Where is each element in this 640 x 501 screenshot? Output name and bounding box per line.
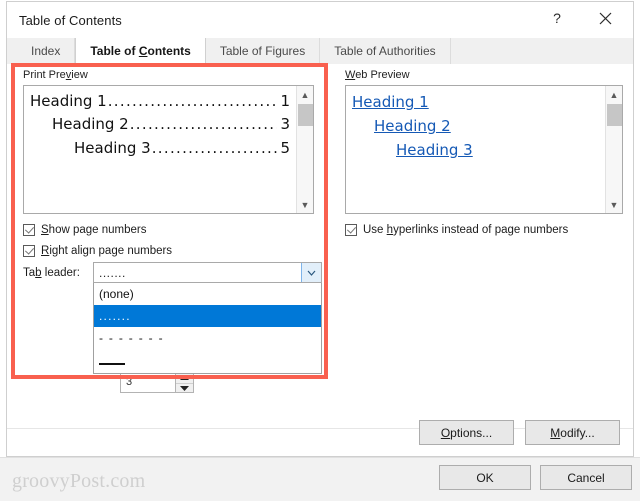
dropdown-option-label: ....... bbox=[99, 309, 131, 323]
title-bar: Table of Contents ? bbox=[7, 2, 633, 38]
print-preview-entry: Heading 2 ..............................… bbox=[52, 113, 290, 136]
print-preview-label: Print Preview bbox=[23, 69, 88, 81]
scroll-down-icon[interactable]: ▼ bbox=[606, 196, 622, 213]
label-accel: O bbox=[440, 425, 451, 440]
print-preview-entry-leader: .......................... bbox=[151, 138, 278, 157]
print-preview-label-post: iew bbox=[71, 69, 88, 81]
web-preview-entry-link[interactable]: Heading 3 bbox=[396, 138, 473, 162]
ok-button[interactable]: OK bbox=[439, 465, 531, 490]
web-preview-scrollbar[interactable]: ▲ ▼ bbox=[605, 86, 622, 213]
table-of-contents-dialog: Table of Contents ? Index Table of Conte… bbox=[6, 1, 634, 457]
cancel-button[interactable]: Cancel bbox=[540, 465, 632, 490]
web-preview-label-accel: W bbox=[345, 69, 356, 81]
print-preview-entry-page: 5 bbox=[280, 138, 290, 157]
dropdown-option-label: (none) bbox=[99, 287, 134, 301]
tab-leader-dropdown-list[interactable]: (none) ....... - - - - - - - bbox=[93, 283, 322, 374]
tab-index-label: Index bbox=[31, 44, 61, 58]
label-post: how page numbers bbox=[48, 224, 147, 236]
print-preview-content: Heading 1 ..............................… bbox=[24, 86, 296, 213]
print-preview-entry-text: Heading 2 bbox=[52, 115, 129, 134]
chevron-down-icon[interactable] bbox=[301, 263, 321, 282]
modify-button[interactable]: Modify... bbox=[525, 420, 620, 445]
print-preview-label-pre: Print Pre bbox=[23, 69, 66, 81]
checkbox-icon[interactable] bbox=[345, 224, 357, 236]
label-post: ptions... bbox=[450, 425, 493, 440]
web-preview-box: Heading 1 Heading 2 Heading 3 ▲ ▼ bbox=[345, 85, 623, 214]
modify-button-label: Modify... bbox=[550, 426, 594, 440]
options-button-label: Options... bbox=[441, 426, 492, 440]
label-post: yperlinks instead of page numbers bbox=[393, 224, 569, 236]
checkbox-icon[interactable] bbox=[23, 245, 35, 257]
web-preview-label: Web Preview bbox=[345, 69, 410, 81]
checkbox-use-hyperlinks-label: Use hyperlinks instead of page numbers bbox=[363, 224, 568, 236]
checkbox-show-page-numbers-label: Show page numbers bbox=[41, 224, 146, 236]
dropdown-option-label: - - - - - - - bbox=[99, 331, 164, 345]
spinner-up-icon[interactable] bbox=[176, 373, 193, 384]
scroll-up-icon[interactable]: ▲ bbox=[606, 86, 622, 103]
dropdown-option-solid[interactable] bbox=[94, 349, 321, 371]
print-preview-entry-leader: ...................................... bbox=[107, 92, 278, 110]
tab-leader-combobox[interactable]: ....... bbox=[93, 262, 322, 283]
web-preview-entry: Heading 1 bbox=[352, 90, 599, 114]
dropdown-option-dashes[interactable]: - - - - - - - bbox=[94, 327, 321, 349]
checkbox-use-hyperlinks[interactable]: Use hyperlinks instead of page numbers bbox=[345, 224, 568, 236]
label-accel: S bbox=[41, 224, 49, 236]
tab-table-of-authorities-label: Table of Authorities bbox=[334, 44, 436, 58]
tab-leader-label: Tab leader: bbox=[23, 267, 80, 279]
tab-table-of-contents[interactable]: Table of Contents bbox=[75, 38, 206, 64]
label-post: ight align page numbers bbox=[49, 245, 173, 257]
scroll-up-icon[interactable]: ▲ bbox=[297, 86, 313, 103]
checkbox-right-align-page-numbers[interactable]: Right align page numbers bbox=[23, 245, 172, 257]
checkbox-show-page-numbers[interactable]: Show page numbers bbox=[23, 224, 146, 236]
web-preview-entry-link[interactable]: Heading 2 bbox=[374, 114, 451, 138]
web-preview-label-post: eb Preview bbox=[355, 69, 410, 81]
tab-table-of-authorities[interactable]: Table of Authorities bbox=[320, 38, 451, 64]
help-glyph: ? bbox=[553, 10, 561, 26]
print-preview-entry: Heading 3 .......................... 5 bbox=[74, 137, 290, 160]
web-preview-entry: Heading 3 bbox=[396, 138, 599, 162]
scrollbar-thumb[interactable] bbox=[298, 104, 313, 126]
print-preview-entry: Heading 1 ..............................… bbox=[30, 90, 290, 113]
checkbox-icon[interactable] bbox=[23, 224, 35, 236]
dropdown-option-solid-line bbox=[99, 356, 125, 365]
dropdown-option-dots[interactable]: ....... bbox=[94, 305, 321, 327]
spinner-down-icon[interactable] bbox=[176, 384, 193, 394]
web-preview-entry: Heading 2 bbox=[374, 114, 599, 138]
print-preview-entry-page: 1 bbox=[280, 92, 290, 110]
tab-table-of-figures[interactable]: Table of Figures bbox=[205, 38, 321, 64]
label-pre: Use bbox=[363, 224, 387, 236]
web-preview-entry-link[interactable]: Heading 1 bbox=[352, 90, 429, 114]
options-button[interactable]: Options... bbox=[419, 420, 514, 445]
cancel-button-label: Cancel bbox=[567, 470, 605, 485]
dialog-body: Print Preview Heading 1 ................… bbox=[7, 64, 633, 456]
show-levels-spinner[interactable]: 3 bbox=[120, 372, 194, 393]
close-icon[interactable] bbox=[583, 2, 627, 34]
watermark: groovyPost.com bbox=[12, 470, 146, 492]
print-preview-scrollbar[interactable]: ▲ ▼ bbox=[296, 86, 313, 213]
print-preview-box: Heading 1 ..............................… bbox=[23, 85, 314, 214]
print-preview-entry-text: Heading 3 bbox=[74, 138, 151, 157]
ok-button-label: OK bbox=[476, 470, 494, 485]
tab-index[interactable]: Index bbox=[17, 38, 76, 64]
tab-table-of-figures-label: Table of Figures bbox=[219, 44, 306, 58]
scrollbar-thumb[interactable] bbox=[607, 104, 622, 126]
label-accel: M bbox=[550, 425, 561, 440]
tab-leader-value: ....... bbox=[99, 266, 126, 280]
label-post: odify... bbox=[560, 425, 595, 440]
spinner-buttons bbox=[175, 373, 193, 392]
print-preview-entry-leader: ................................ bbox=[129, 115, 278, 134]
scroll-down-icon[interactable]: ▼ bbox=[297, 196, 313, 213]
tab-table-of-contents-label: Table of Contents bbox=[90, 44, 191, 58]
print-preview-entry-page: 3 bbox=[280, 115, 290, 134]
help-icon[interactable]: ? bbox=[535, 2, 579, 34]
print-preview-entry-text: Heading 1 bbox=[30, 92, 107, 110]
tab-strip: Index Table of Contents Table of Figures… bbox=[7, 38, 633, 65]
web-preview-content: Heading 1 Heading 2 Heading 3 bbox=[346, 86, 605, 213]
checkbox-right-align-page-numbers-label: Right align page numbers bbox=[41, 245, 172, 257]
tab-leader-label-post: leader: bbox=[41, 267, 80, 279]
show-levels-value[interactable]: 3 bbox=[126, 376, 132, 388]
dropdown-option-none[interactable]: (none) bbox=[94, 283, 321, 305]
tab-leader-label-pre: Ta bbox=[23, 267, 36, 279]
dialog-title: Table of Contents bbox=[19, 13, 122, 28]
